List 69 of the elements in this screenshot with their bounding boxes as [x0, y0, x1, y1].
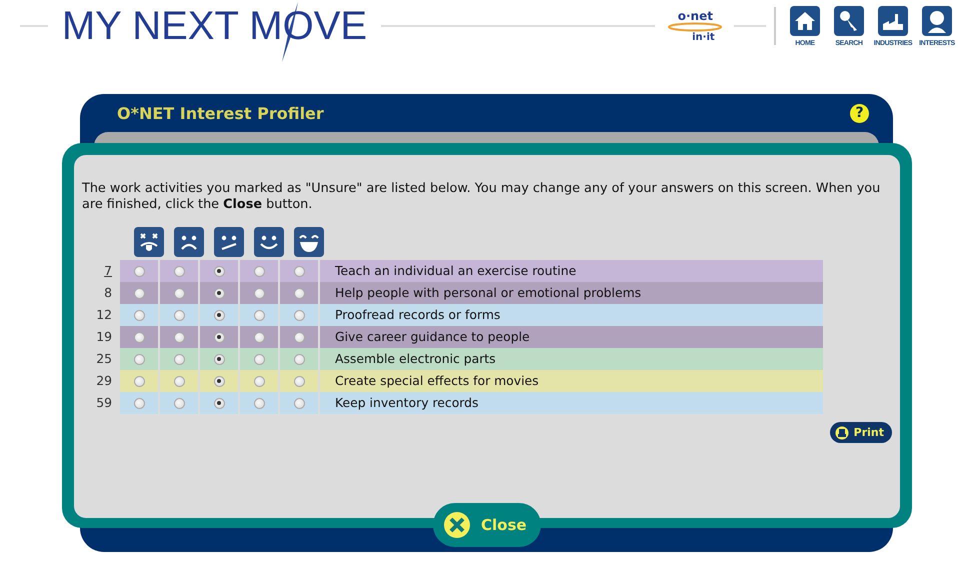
- radio-button[interactable]: [134, 332, 144, 342]
- radio-button[interactable]: [254, 376, 264, 386]
- activity-cell: Help people with personal or emotional problems: [320, 282, 823, 304]
- frown-face-icon: [174, 227, 204, 257]
- radio-button[interactable]: [214, 310, 224, 320]
- item-number: 19: [95, 328, 113, 346]
- activity-cell: Give career guidance to people: [320, 326, 823, 348]
- radio-button[interactable]: [214, 266, 224, 276]
- radio-button[interactable]: [254, 266, 264, 276]
- print-button[interactable]: Print: [830, 422, 892, 443]
- radio-button[interactable]: [214, 354, 224, 364]
- onet-logo-tagline: in·it: [692, 32, 715, 42]
- radio-button[interactable]: [254, 310, 264, 320]
- house-icon: [790, 6, 820, 36]
- radio-button[interactable]: [254, 288, 264, 298]
- item-number: 59: [95, 394, 113, 412]
- item-number: 25: [95, 350, 113, 368]
- person-icon: [922, 6, 952, 36]
- item-number-link[interactable]: 7: [82, 260, 120, 282]
- radio-button[interactable]: [174, 376, 184, 386]
- radio-button[interactable]: [214, 332, 224, 342]
- radio-button[interactable]: [134, 266, 144, 276]
- radio-button[interactable]: [214, 288, 224, 298]
- radio-button[interactable]: [254, 398, 264, 408]
- radio-button[interactable]: [134, 376, 144, 386]
- radio-button[interactable]: [174, 288, 184, 298]
- swoosh-icon: [667, 22, 724, 32]
- printer-icon: [834, 426, 849, 440]
- radio-button[interactable]: [254, 332, 264, 342]
- help-button[interactable]: ?: [850, 104, 869, 122]
- radio-button[interactable]: [134, 398, 144, 408]
- radio-button[interactable]: [214, 376, 224, 386]
- radio-button[interactable]: [134, 354, 144, 364]
- radio-button[interactable]: [214, 398, 224, 408]
- instructions-text: The work activities you marked as "Unsure" are listed below. You may change any of your answers on this screen. When you are finished, click the Close button.: [82, 181, 882, 213]
- close-icon: [443, 511, 471, 539]
- activity-cell: Teach an individual an exercise routine: [320, 260, 823, 282]
- radio-button[interactable]: [294, 288, 304, 298]
- item-number: 8: [103, 284, 113, 302]
- unsure-face-icon: [214, 227, 244, 257]
- radio-button[interactable]: [174, 354, 184, 364]
- activity-cell: Create special effects for movies: [320, 370, 823, 392]
- factory-icon: [878, 6, 908, 36]
- radio-button[interactable]: [174, 332, 184, 342]
- radio-button[interactable]: [134, 310, 144, 320]
- radio-button[interactable]: [294, 354, 304, 364]
- item-number: 29: [95, 372, 113, 390]
- smile-face-icon: [254, 227, 284, 257]
- radio-button[interactable]: [294, 310, 304, 320]
- radio-button[interactable]: [174, 310, 184, 320]
- item-number: 12: [95, 306, 113, 324]
- activity-cell: Assemble electronic parts: [320, 348, 823, 370]
- radio-button[interactable]: [294, 266, 304, 276]
- onet-logo-text: o·net: [678, 10, 713, 22]
- dizzy-face-icon: [134, 227, 164, 257]
- close-button[interactable]: Close: [433, 503, 541, 547]
- activity-cell: Proofread records or forms: [320, 304, 823, 326]
- activity-cell: Keep inventory records: [320, 392, 823, 414]
- radio-button[interactable]: [254, 354, 264, 364]
- radio-button[interactable]: [294, 332, 304, 342]
- onet-logo[interactable]: o·net in·it: [662, 3, 728, 49]
- radio-button[interactable]: [174, 266, 184, 276]
- radio-button[interactable]: [294, 398, 304, 408]
- panel-title: O*NET Interest Profiler: [117, 104, 324, 122]
- radio-button[interactable]: [294, 376, 304, 386]
- radio-button[interactable]: [134, 288, 144, 298]
- key-icon: [834, 6, 864, 36]
- grin-face-icon: [294, 227, 324, 257]
- radio-button[interactable]: [174, 398, 184, 408]
